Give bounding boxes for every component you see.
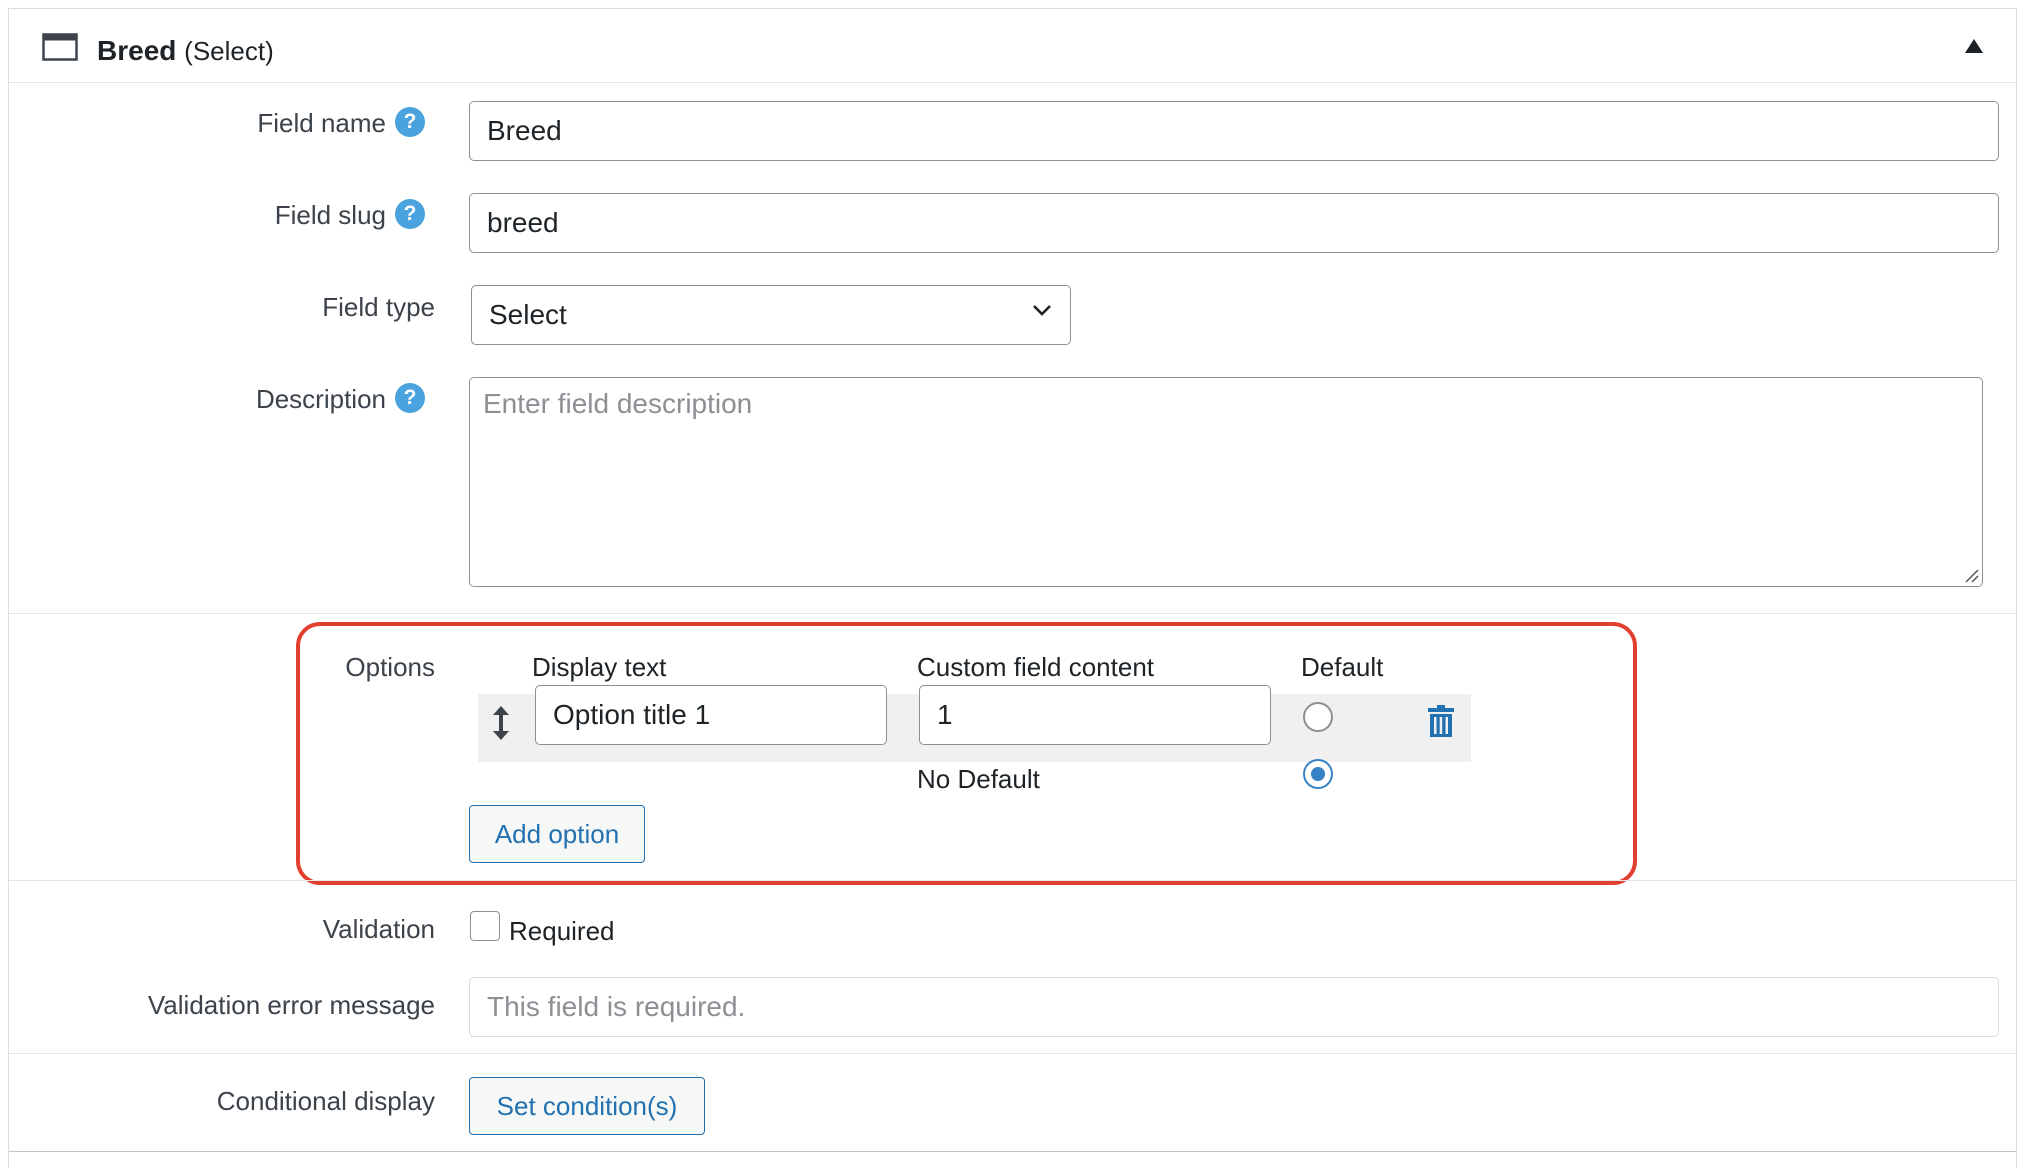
no-default-radio[interactable] xyxy=(1303,759,1333,789)
add-option-button[interactable]: Add option xyxy=(469,805,645,863)
resize-grip-icon[interactable] xyxy=(1963,567,1979,583)
description-placeholder: Enter field description xyxy=(483,388,753,419)
field-slug-help-icon[interactable]: ? xyxy=(395,199,425,229)
chevron-down-icon xyxy=(1033,305,1051,316)
field-title-type: (Select) xyxy=(184,36,274,66)
option-display-text-input[interactable]: Option title 1 xyxy=(535,685,887,745)
option-default-radio[interactable] xyxy=(1303,702,1333,732)
section-divider xyxy=(9,880,2016,881)
description-textarea[interactable]: Enter field description xyxy=(469,377,1983,587)
field-name-label: Field name xyxy=(257,108,386,138)
required-checkbox[interactable] xyxy=(470,911,500,941)
default-column-header: Default xyxy=(1301,652,1384,682)
validation-error-label: Validation error message xyxy=(147,990,435,1020)
section-divider xyxy=(9,1053,2016,1054)
conditional-display-label: Conditional display xyxy=(216,1086,435,1116)
validation-error-input[interactable]: This field is required. xyxy=(469,977,1999,1037)
section-divider xyxy=(9,613,2016,614)
display-text-column-header: Display text xyxy=(532,652,667,682)
collapse-arrow-icon[interactable] xyxy=(1965,39,1983,53)
option-custom-content-input[interactable]: 1 xyxy=(919,685,1271,745)
field-slug-input[interactable]: breed xyxy=(469,193,1999,253)
required-label[interactable]: Required xyxy=(509,915,615,947)
set-conditions-button[interactable]: Set condition(s) xyxy=(469,1077,705,1135)
field-name-help-icon[interactable]: ? xyxy=(395,107,425,137)
drag-handle-icon[interactable] xyxy=(491,705,511,741)
custom-field-content-column-header: Custom field content xyxy=(917,652,1155,682)
window-icon xyxy=(42,33,78,61)
options-label: Options xyxy=(345,652,435,682)
field-panel-title: Breed (Select) xyxy=(97,35,274,67)
no-default-label: No Default xyxy=(917,764,1040,794)
trash-icon[interactable] xyxy=(1427,705,1455,737)
field-name-input[interactable]: Breed xyxy=(469,101,1999,161)
field-title-name: Breed xyxy=(97,35,177,66)
description-label: Description xyxy=(255,384,386,414)
field-type-selected-value: Select xyxy=(489,299,567,330)
field-type-select[interactable]: Select xyxy=(471,285,1071,345)
field-slug-label: Field slug xyxy=(274,200,386,230)
section-divider xyxy=(9,1151,2016,1152)
field-panel-header[interactable]: Breed (Select) xyxy=(9,9,2016,83)
field-type-label: Field type xyxy=(322,292,435,322)
description-help-icon[interactable]: ? xyxy=(395,383,425,413)
validation-label: Validation xyxy=(322,914,435,944)
field-panel: Breed (Select) Field name ? Breed Field … xyxy=(8,8,2017,1168)
